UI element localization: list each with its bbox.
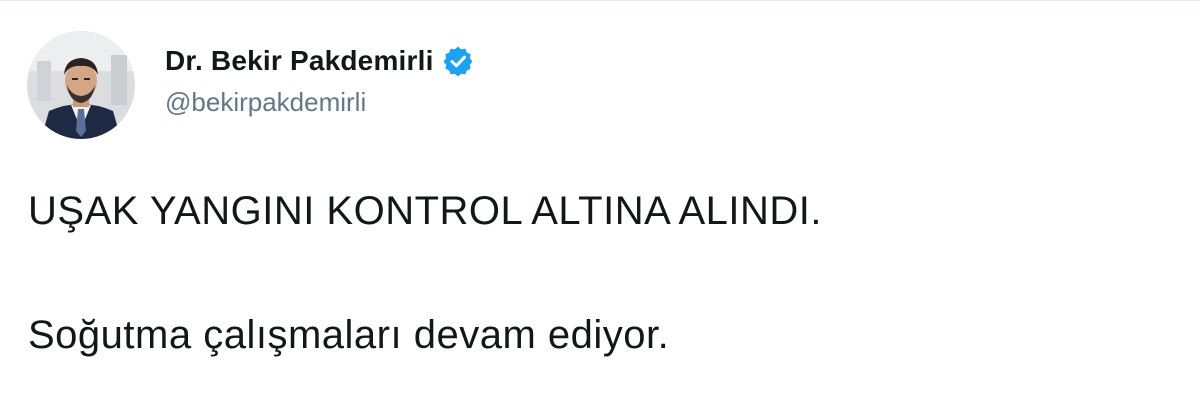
tweet-card: Dr. Bekir Pakdemirli @bekirpakdemirli UŞ… bbox=[0, 0, 1200, 396]
author-avatar[interactable] bbox=[27, 31, 135, 139]
author-handle[interactable]: @bekirpakdemirli bbox=[165, 87, 366, 118]
author-name-row: Dr. Bekir Pakdemirli bbox=[165, 41, 474, 81]
avatar-photo-icon bbox=[27, 31, 135, 139]
tweet-text-line-2: Soğutma çalışmaları devam ediyor. bbox=[28, 313, 670, 357]
tweet-text-line-1: UŞAK YANGINI KONTROL ALTINA ALINDI. bbox=[28, 189, 823, 233]
verified-badge-icon bbox=[442, 45, 474, 77]
author-display-name[interactable]: Dr. Bekir Pakdemirli bbox=[165, 45, 434, 77]
